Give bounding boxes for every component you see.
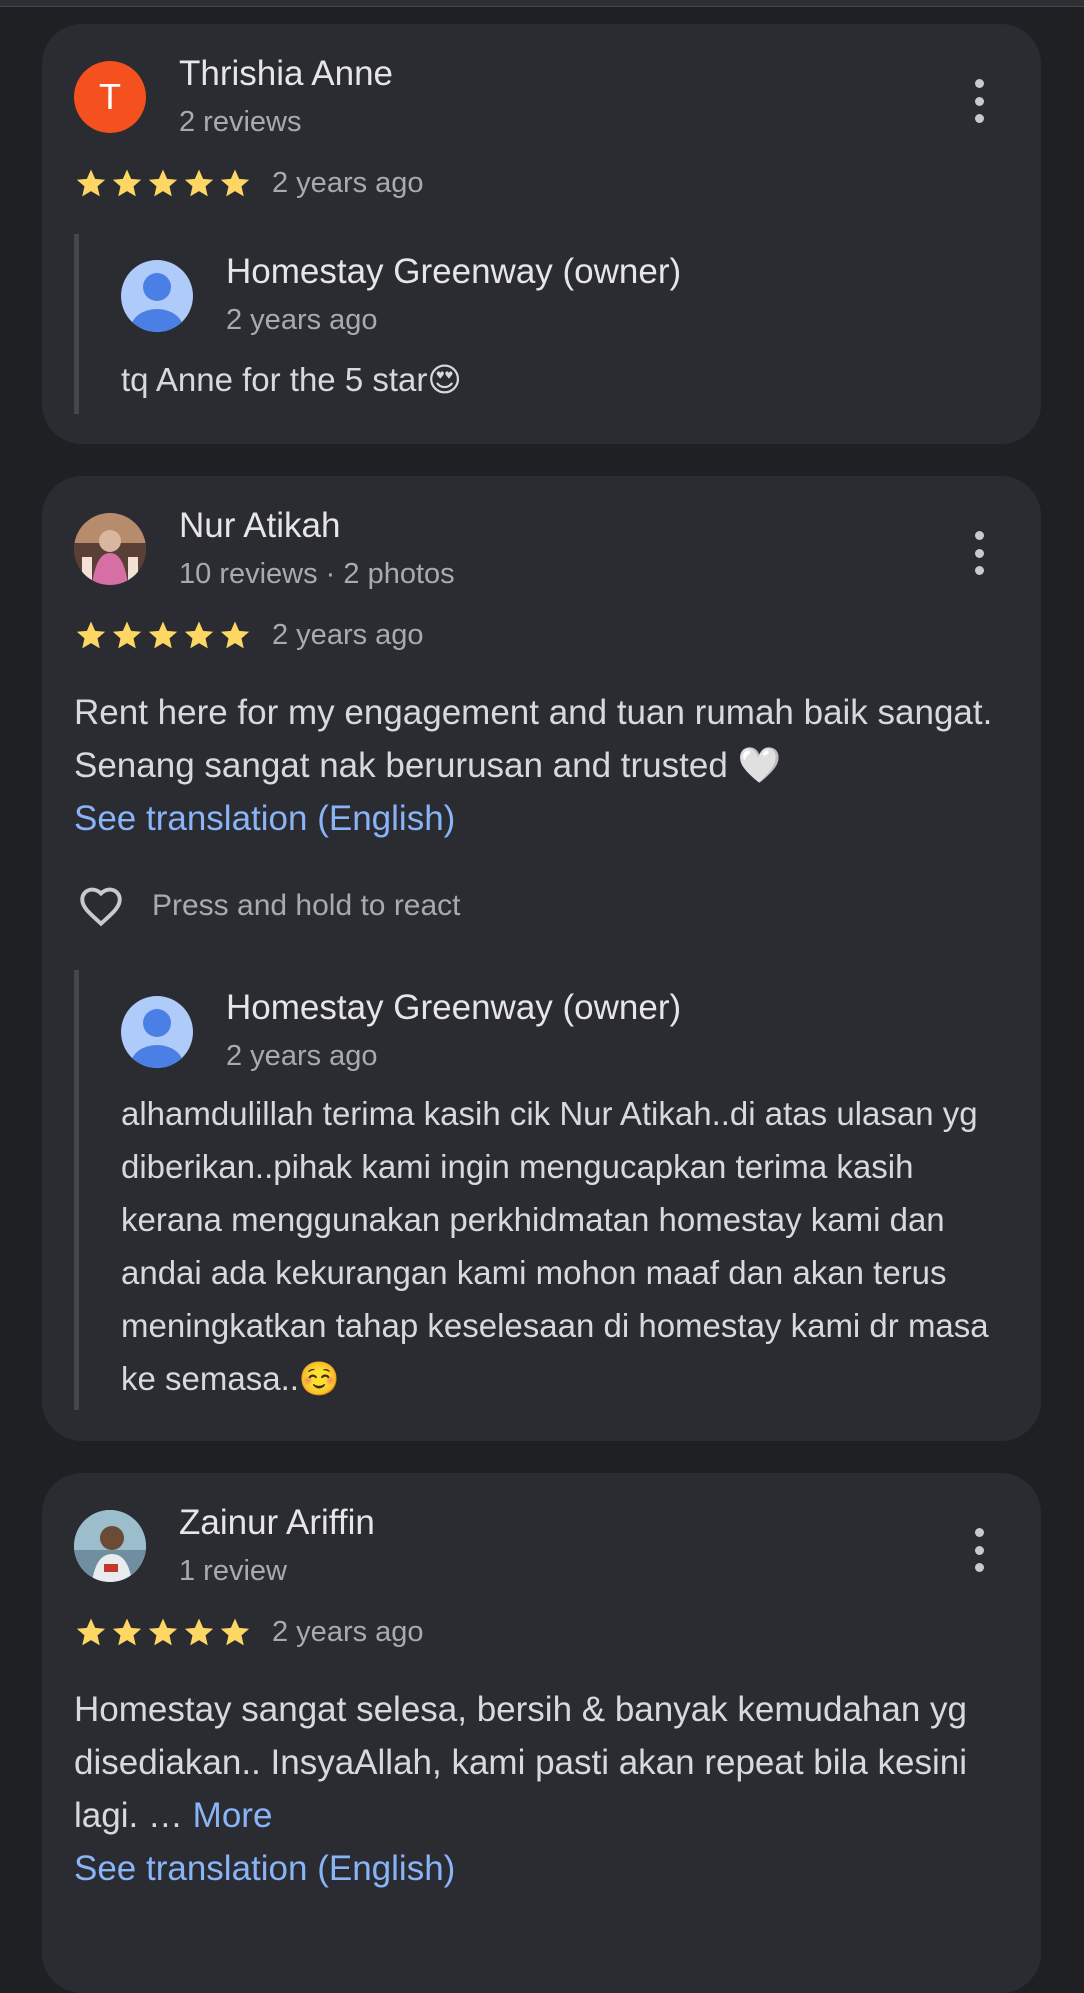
profile-photo [74,1510,146,1582]
more-vert-icon [974,1528,984,1537]
rating-row: 2 years ago [74,1615,424,1649]
more-vert-icon [974,79,984,88]
star-icon [184,1618,214,1646]
person-avatar-icon [131,1009,183,1068]
review-time: 2 years ago [272,618,424,651]
reviewer-name[interactable]: Zainur Ariffin [179,1503,375,1543]
avatar-initial: T [99,76,121,117]
owner-avatar [121,260,193,332]
rating-row: 2 years ago [74,166,424,200]
review-text: Rent here for my engagement and tuan rum… [74,686,1019,845]
star-icon [184,621,214,649]
rating-row: 2 years ago [74,618,424,652]
review-time: 2 years ago [272,1615,424,1648]
reviewer-meta: 1 review [179,1555,287,1587]
review-card: T Thrishia Anne 2 reviews 2 years ago Ho… [42,24,1041,444]
review-card: Nur Atikah 10 reviews · 2 photos 2 years… [42,476,1041,1441]
star-icon [112,621,142,649]
reviewer-meta: 10 reviews · 2 photos [179,558,455,590]
star-icon [148,621,178,649]
react-row: Press and hold to react [74,881,461,931]
star-icon [148,169,178,197]
reviewer-name[interactable]: Nur Atikah [179,506,340,546]
owner-reply-time: 2 years ago [226,1040,378,1072]
more-options-button[interactable] [961,1522,997,1578]
more-options-button[interactable] [961,73,997,129]
star-rating [74,1615,254,1649]
star-icon [76,1618,106,1646]
star-icon [220,621,250,649]
star-rating [74,166,254,200]
reviewer-name[interactable]: Thrishia Anne [179,54,393,94]
review-time: 2 years ago [272,166,424,199]
owner-name: Homestay Greenway (owner) [226,988,682,1027]
owner-reply: Homestay Greenway (owner) 2 years ago tq… [74,234,1009,414]
react-hint: Press and hold to react [152,889,461,922]
heart-outline-icon[interactable] [74,881,128,931]
star-icon [112,1618,142,1646]
reviewer-avatar[interactable]: T [74,61,146,133]
owner-reply-text: alhamdulillah terima kasih cik Nur Atika… [121,1095,989,1397]
more-options-button[interactable] [961,525,997,581]
see-translation-link[interactable]: See translation (English) [74,799,455,838]
reviewer-meta: 2 reviews [179,106,302,138]
star-icon [148,1618,178,1646]
more-link[interactable]: More [193,1796,273,1835]
owner-reply: Homestay Greenway (owner) 2 years ago al… [74,970,1009,1410]
profile-photo [74,513,146,585]
see-translation-link[interactable]: See translation (English) [74,1849,455,1888]
reviewer-avatar[interactable] [74,513,146,585]
review-card: Zainur Ariffin 1 review 2 years ago Home… [42,1473,1041,1993]
owner-avatar [121,996,193,1068]
owner-reply-text: tq Anne for the 5 star😍 [121,361,462,398]
star-icon [220,169,250,197]
reviewer-avatar[interactable] [74,1510,146,1582]
star-rating [74,618,254,652]
owner-name: Homestay Greenway (owner) [226,252,682,291]
more-vert-icon [974,531,984,540]
star-icon [184,169,214,197]
review-body: Rent here for my engagement and tuan rum… [74,693,993,785]
star-icon [76,169,106,197]
star-icon [112,169,142,197]
review-text: Homestay sangat selesa, bersih & banyak … [74,1683,1019,1895]
star-icon [76,621,106,649]
owner-reply-time: 2 years ago [226,304,378,336]
star-icon [220,1618,250,1646]
person-avatar-icon [131,273,183,332]
top-divider [0,0,1084,7]
